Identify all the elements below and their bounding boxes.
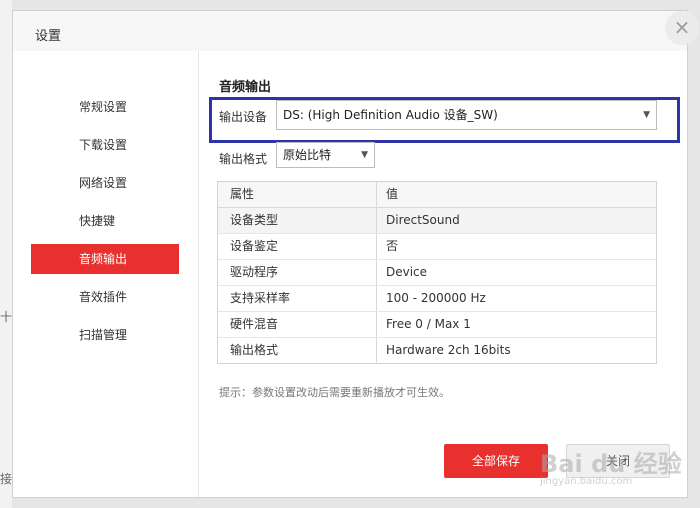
column-divider [376, 260, 377, 285]
save-all-button[interactable]: 全部保存 [444, 444, 548, 478]
output-format-label: 输出格式 [219, 152, 268, 166]
property-name: 硬件混音 [230, 317, 279, 331]
watermark-url: jingyan.baidu.com [540, 476, 633, 487]
table-row[interactable]: 驱动程序 Device [218, 260, 656, 286]
watermark-logo: Bai du 经验 [540, 450, 682, 478]
sidebar-item-network[interactable]: 网络设置 [31, 168, 179, 198]
settings-sidebar: 常规设置 下载设置 网络设置 快捷键 音频输出 音效插件 扫描管理 [13, 51, 199, 497]
sidebar-item-download[interactable]: 下载设置 [31, 130, 179, 160]
property-name: 输出格式 [230, 343, 279, 357]
settings-content: 音频输出 输出设备 DS: (High Definition Audio 设备_… [199, 51, 687, 497]
hint-text: 提示：参数设置改动后需要重新播放才可生效。 [219, 386, 450, 399]
property-name: 设备类型 [230, 213, 279, 227]
column-divider[interactable] [376, 182, 377, 207]
sidebar-item-audio-output[interactable]: 音频输出 [31, 244, 179, 274]
chevron-down-icon: ▼ [361, 150, 368, 160]
background-text: 接 [0, 472, 13, 486]
background-window-strip [0, 0, 12, 508]
device-properties-table: 属性 值 设备类型 DirectSound 设备鉴定 否 驱动程序 Device… [217, 181, 657, 364]
property-value: Free 0 / Max 1 [386, 317, 471, 331]
output-device-select[interactable]: DS: (High Definition Audio 设备_SW) ▼ [276, 100, 657, 130]
sidebar-item-hotkeys[interactable]: 快捷键 [31, 206, 179, 236]
property-value: 否 [386, 239, 399, 253]
output-device-value: DS: (High Definition Audio 设备_SW) [283, 108, 498, 122]
table-header-row: 属性 值 [218, 182, 656, 208]
property-name: 设备鉴定 [230, 239, 279, 253]
section-title: 音频输出 [219, 80, 272, 95]
column-divider [376, 208, 377, 233]
table-row[interactable]: 设备鉴定 否 [218, 234, 656, 260]
property-value: Hardware 2ch 16bits [386, 343, 511, 357]
column-header: 属性 [230, 187, 255, 201]
table-row[interactable]: 输出格式 Hardware 2ch 16bits [218, 338, 656, 363]
settings-dialog: 设置 × 常规设置 下载设置 网络设置 快捷键 音频输出 音效插件 扫描管理 音… [12, 10, 699, 498]
sidebar-item-general[interactable]: 常规设置 [31, 92, 179, 122]
property-value: Device [386, 265, 428, 279]
sidebar-item-scan-manager[interactable]: 扫描管理 [31, 320, 179, 350]
output-device-label: 输出设备 [219, 110, 268, 124]
property-name: 支持采样率 [230, 291, 291, 305]
title-bar: 设置 [13, 11, 687, 51]
column-header: 值 [386, 187, 399, 201]
dialog-title: 设置 [35, 29, 62, 44]
column-divider [376, 234, 377, 259]
sidebar-item-sound-plugins[interactable]: 音效插件 [31, 282, 179, 312]
output-format-select[interactable]: 原始比特 ▼ [276, 142, 375, 168]
property-name: 驱动程序 [230, 265, 279, 279]
background-text: 十 [0, 310, 13, 324]
property-value: DirectSound [386, 213, 460, 227]
column-divider [376, 338, 377, 363]
table-row[interactable]: 支持采样率 100 - 200000 Hz [218, 286, 656, 312]
close-icon[interactable]: × [665, 11, 699, 45]
column-divider [376, 312, 377, 337]
table-row[interactable]: 设备类型 DirectSound [218, 208, 656, 234]
chevron-down-icon: ▼ [643, 110, 650, 120]
column-divider [376, 286, 377, 311]
property-value: 100 - 200000 Hz [386, 291, 486, 305]
table-row[interactable]: 硬件混音 Free 0 / Max 1 [218, 312, 656, 338]
output-format-value: 原始比特 [283, 148, 332, 162]
